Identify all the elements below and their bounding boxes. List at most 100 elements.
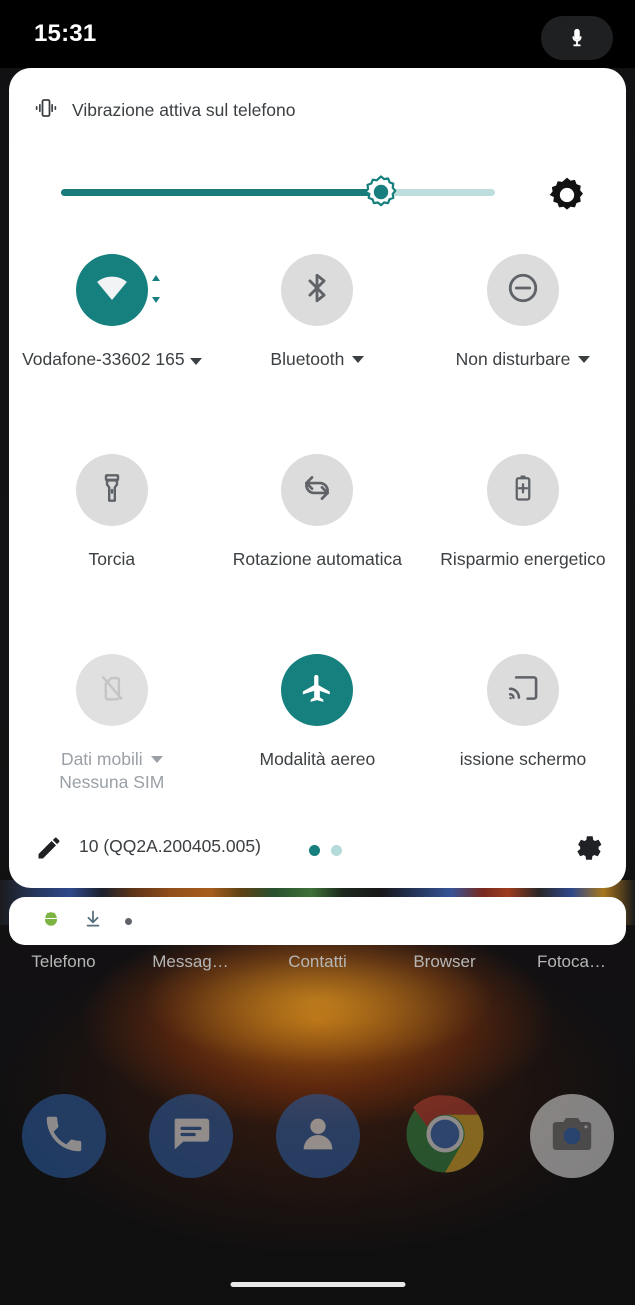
app-label-messaggi: Messag… [152, 952, 229, 971]
tile-bluetooth-circle[interactable] [281, 254, 354, 326]
tile-wifi-circle[interactable] [75, 254, 148, 326]
microphone-button[interactable] [541, 16, 613, 60]
status-bar-clock: 15:31 [34, 20, 97, 47]
tile-mobile-data-sublabel: Nessuna SIM [59, 772, 165, 792]
brightness-slider[interactable] [61, 175, 495, 207]
tile-do-not-disturb-label: Non disturbare [455, 349, 571, 369]
dock-cell [508, 1090, 635, 1182]
app-label-cell: Fotoca… [508, 952, 635, 986]
navigation-home-pill[interactable] [230, 1282, 405, 1287]
tile-auto-rotate[interactable]: Rotazione automatica [215, 446, 421, 646]
gear-icon[interactable] [572, 832, 604, 869]
tile-flashlight-circle[interactable] [75, 454, 148, 526]
microphone-icon [566, 25, 588, 51]
tile-do-not-disturb-circle[interactable] [486, 254, 559, 326]
dock-app-browser[interactable] [403, 1094, 487, 1178]
app-label-browser: Browser [413, 952, 476, 971]
tile-bluetooth-label-group: Bluetooth [270, 348, 365, 371]
brightness-slider-thumb[interactable] [364, 175, 398, 209]
app-label-fotocamera: Fotoca… [537, 952, 606, 971]
tile-do-not-disturb[interactable]: Non disturbare [420, 246, 626, 446]
tile-screen-cast-label-group: issione schermo [460, 748, 586, 771]
quick-settings-panel: Vibrazione attiva sul telefono Vodafone-… [9, 68, 626, 888]
tile-battery-saver-circle[interactable] [486, 454, 559, 526]
dock-cell [381, 1090, 508, 1182]
battery-saver-icon [508, 471, 538, 510]
chrome-icon [403, 1092, 487, 1181]
tile-bluetooth-label: Bluetooth [270, 349, 345, 369]
tile-flashlight-label: Torcia [88, 549, 136, 569]
tile-flashlight[interactable]: Torcia [9, 446, 215, 646]
home-app-label-row: Telefono Messag… Contatti Browser Fotoca… [0, 952, 635, 986]
flashlight-icon [96, 472, 128, 509]
tile-auto-rotate-circle[interactable] [281, 454, 354, 526]
tile-mobile-data-label: Dati mobili [60, 749, 143, 769]
ringer-status-label: Vibrazione attiva sul telefono [72, 100, 296, 120]
home-dock [0, 1090, 635, 1182]
tile-screen-cast-circle[interactable] [486, 654, 559, 726]
tile-screen-cast-label: issione schermo [459, 749, 587, 769]
dock-cell [254, 1090, 381, 1182]
wifi-activity-icon [150, 274, 162, 309]
wifi-icon [92, 271, 132, 310]
chevron-down-icon[interactable] [150, 756, 163, 763]
tile-wifi-label: Vodafone-33602 165 [22, 349, 185, 369]
dock-cell [0, 1090, 127, 1182]
tile-row: Torcia Rotazione automatica Risparmio en… [9, 446, 626, 646]
dock-cell [127, 1090, 254, 1182]
brightness-icon[interactable] [548, 176, 586, 214]
brightness-row [9, 168, 626, 224]
build-version-label: 10 (QQ2A.200405.005) [79, 836, 261, 856]
quick-settings-footer: 10 (QQ2A.200405.005) [9, 814, 626, 888]
do-not-disturb-icon [505, 270, 541, 311]
ringer-status-row[interactable]: Vibrazione attiva sul telefono [34, 98, 295, 123]
page-indicator [309, 845, 342, 856]
phone-icon [41, 1111, 87, 1162]
tile-mobile-data-label-group: Dati mobili Nessuna SIM [59, 748, 164, 794]
messages-icon [168, 1111, 214, 1162]
quick-settings-tile-grid: Vodafone-33602 165 Bluetooth Non disturb… [9, 246, 626, 846]
app-label-telefono: Telefono [31, 952, 96, 971]
tile-row: Vodafone-33602 165 Bluetooth Non disturb… [9, 246, 626, 446]
dock-app-telefono[interactable] [21, 1094, 106, 1178]
auto-rotate-icon [300, 471, 334, 510]
tile-auto-rotate-label-group: Rotazione automatica [233, 548, 402, 571]
tile-auto-rotate-label: Rotazione automatica [232, 549, 403, 569]
tile-battery-saver[interactable]: Risparmio energetico [420, 446, 626, 646]
tile-airplane-mode-label: Modalità aereo [259, 749, 376, 769]
tile-battery-saver-label: Risparmio energetico [440, 549, 606, 569]
app-label-cell: Messag… [127, 952, 254, 986]
tile-airplane-mode-label-group: Modalità aereo [260, 748, 376, 771]
tile-bluetooth[interactable]: Bluetooth [215, 246, 421, 446]
no-sim-icon [97, 671, 127, 710]
bluetooth-icon [300, 271, 334, 310]
notification-icons-strip[interactable] [9, 897, 626, 945]
page-dot-1[interactable] [309, 845, 320, 856]
tile-do-not-disturb-label-group: Non disturbare [456, 348, 591, 371]
app-label-contatti: Contatti [288, 952, 347, 971]
chevron-down-icon[interactable] [352, 356, 365, 363]
app-label-cell: Contatti [254, 952, 381, 986]
airplane-icon [300, 671, 334, 710]
brightness-slider-fill [61, 189, 374, 196]
notification-icon-list [41, 908, 132, 935]
tile-wifi[interactable]: Vodafone-33602 165 [9, 246, 215, 446]
vibration-icon [34, 98, 58, 123]
tile-mobile-data-circle[interactable] [75, 654, 148, 726]
status-bar: 15:31 [0, 0, 635, 68]
page-dot-2[interactable] [331, 845, 342, 856]
pencil-icon[interactable] [35, 834, 63, 867]
chevron-down-icon[interactable] [578, 356, 591, 363]
tile-wifi-label-group: Vodafone-33602 165 [22, 348, 202, 371]
chevron-down-icon[interactable] [189, 358, 202, 365]
contacts-icon [295, 1111, 341, 1162]
android-bug-icon [41, 910, 61, 933]
dock-app-messaggi[interactable] [148, 1094, 233, 1178]
app-label-cell: Browser [381, 952, 508, 986]
tile-airplane-mode-circle[interactable] [281, 654, 354, 726]
tile-battery-saver-label-group: Risparmio energetico [440, 548, 605, 571]
dock-app-contatti[interactable] [275, 1094, 360, 1178]
dock-app-fotocamera[interactable] [529, 1094, 614, 1178]
phone-screen: 15:31 Vibrazione attiva sul telefono Vod… [0, 0, 635, 1305]
tile-flashlight-label-group: Torcia [88, 548, 135, 571]
